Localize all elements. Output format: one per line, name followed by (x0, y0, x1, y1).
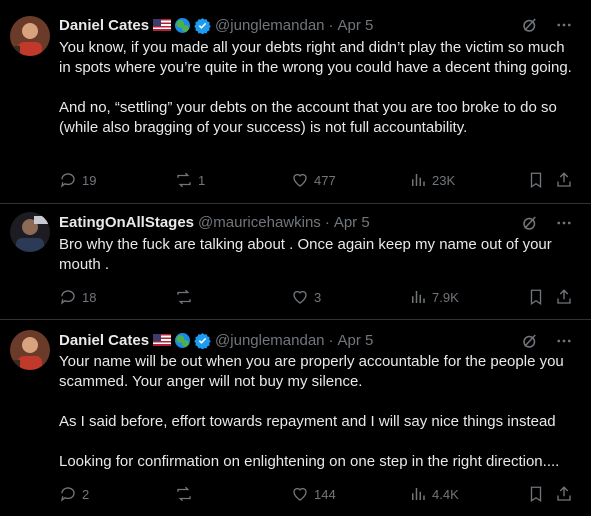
tweet-paragraph: As I said before, effort towards repayme… (59, 413, 556, 430)
timestamp[interactable]: Apr 5 (338, 17, 374, 34)
reply-button[interactable]: 19 (59, 170, 96, 190)
tweet-3[interactable]: Daniel Cates @junglemandan · Apr 5 Your … (0, 320, 591, 516)
tweet-paragraph: And no, “settling” your debts on the acc… (59, 99, 557, 136)
timestamp[interactable]: Apr 5 (338, 332, 374, 349)
display-name[interactable]: Daniel Cates (59, 332, 149, 349)
repost-count: 1 (198, 172, 206, 188)
bookmark-icon (530, 289, 542, 306)
repost-button[interactable] (175, 484, 198, 504)
bookmark-button[interactable] (527, 484, 545, 504)
share-icon (557, 289, 571, 304)
views-count: 4.4K (432, 486, 459, 502)
like-button[interactable]: 144 (291, 484, 336, 504)
globe-icon (175, 17, 191, 33)
tweet-text: Bro why the fuck are talking about . Onc… (59, 235, 579, 275)
repost-icon (177, 172, 191, 188)
like-button[interactable]: 477 (291, 170, 336, 190)
tweet-paragraph: Bro why the fuck are talking about . Onc… (59, 236, 552, 273)
reply-count: 19 (82, 172, 97, 188)
grok-icon[interactable] (521, 16, 539, 34)
views-button[interactable]: 4.4K (409, 484, 459, 504)
action-bar: 19 1 477 23K (59, 170, 579, 190)
reply-count: 2 (82, 486, 90, 502)
display-name[interactable]: Daniel Cates (59, 17, 149, 34)
handle[interactable]: @junglemandan (215, 17, 324, 34)
bookmark-button[interactable] (527, 287, 545, 307)
reply-count: 18 (82, 289, 97, 305)
verified-badge-icon (194, 17, 211, 34)
like-icon (293, 290, 307, 304)
timestamp[interactable]: Apr 5 (334, 214, 370, 231)
grok-icon[interactable] (521, 332, 539, 350)
verified-badge-icon (194, 332, 211, 349)
views-icon (412, 174, 425, 186)
bookmark-button[interactable] (527, 170, 545, 190)
avatar[interactable] (10, 330, 50, 370)
repost-button[interactable]: 1 (175, 170, 205, 190)
handle[interactable]: @mauricehawkins (198, 214, 321, 231)
tweet-text: You know, if you made all your debts rig… (59, 38, 579, 138)
share-button[interactable] (555, 170, 573, 190)
bookmark-icon (530, 486, 542, 503)
repost-icon (177, 486, 191, 502)
globe-icon (175, 332, 191, 348)
display-name[interactable]: EatingOnAllStages (59, 214, 194, 231)
tweet-paragraph: You know, if you made all your debts rig… (59, 39, 572, 76)
tweet-2[interactable]: EatingOnAllStages @mauricehawkins · Apr … (0, 204, 591, 319)
share-icon (557, 172, 571, 187)
reply-icon (60, 487, 75, 502)
like-count: 144 (314, 486, 336, 502)
like-count: 3 (314, 289, 322, 305)
views-button[interactable]: 23K (409, 170, 455, 190)
share-button[interactable] (555, 484, 573, 504)
action-bar: 18 3 7.9K (59, 287, 579, 307)
like-button[interactable]: 3 (291, 287, 321, 307)
us-flag-icon (153, 334, 172, 346)
views-button[interactable]: 7.9K (409, 287, 459, 307)
reply-icon (60, 290, 75, 305)
more-icon[interactable] (555, 214, 573, 232)
like-count: 477 (314, 172, 336, 188)
reply-button[interactable]: 2 (59, 484, 89, 504)
handle[interactable]: @junglemandan (215, 332, 324, 349)
grok-icon[interactable] (521, 214, 539, 232)
like-icon (293, 173, 307, 187)
like-icon (293, 487, 307, 501)
avatar[interactable] (10, 212, 50, 252)
views-icon (412, 488, 425, 500)
separator-dot: · (328, 331, 334, 349)
more-icon[interactable] (555, 16, 573, 34)
reply-icon (60, 173, 75, 188)
action-bar: 2 144 4.4K (59, 484, 579, 504)
views-count: 23K (432, 172, 456, 188)
tweet-header: Daniel Cates @junglemandan · Apr 5 (59, 15, 373, 35)
avatar[interactable] (10, 16, 50, 56)
more-icon[interactable] (555, 332, 573, 350)
tweet-header: Daniel Cates @junglemandan · Apr 5 (59, 330, 373, 350)
views-count: 7.9K (432, 289, 459, 305)
views-icon (412, 291, 425, 303)
separator-dot: · (324, 213, 330, 231)
reply-button[interactable]: 18 (59, 287, 96, 307)
tweet-paragraph: Looking for confirmation on enlightening… (59, 453, 560, 470)
share-button[interactable] (555, 287, 573, 307)
share-icon (557, 486, 571, 501)
tweet-header: EatingOnAllStages @mauricehawkins · Apr … (59, 212, 370, 232)
repost-icon (177, 289, 191, 305)
separator-dot: · (328, 16, 334, 34)
tweet-1[interactable]: Daniel Cates @junglemandan · Apr 5 You k… (0, 0, 591, 203)
tweet-text: Your name will be out when you are prope… (59, 352, 579, 472)
repost-button[interactable] (175, 287, 198, 307)
us-flag-icon (153, 19, 172, 31)
tweet-paragraph: Your name will be out when you are prope… (59, 353, 564, 390)
bookmark-icon (530, 172, 542, 189)
